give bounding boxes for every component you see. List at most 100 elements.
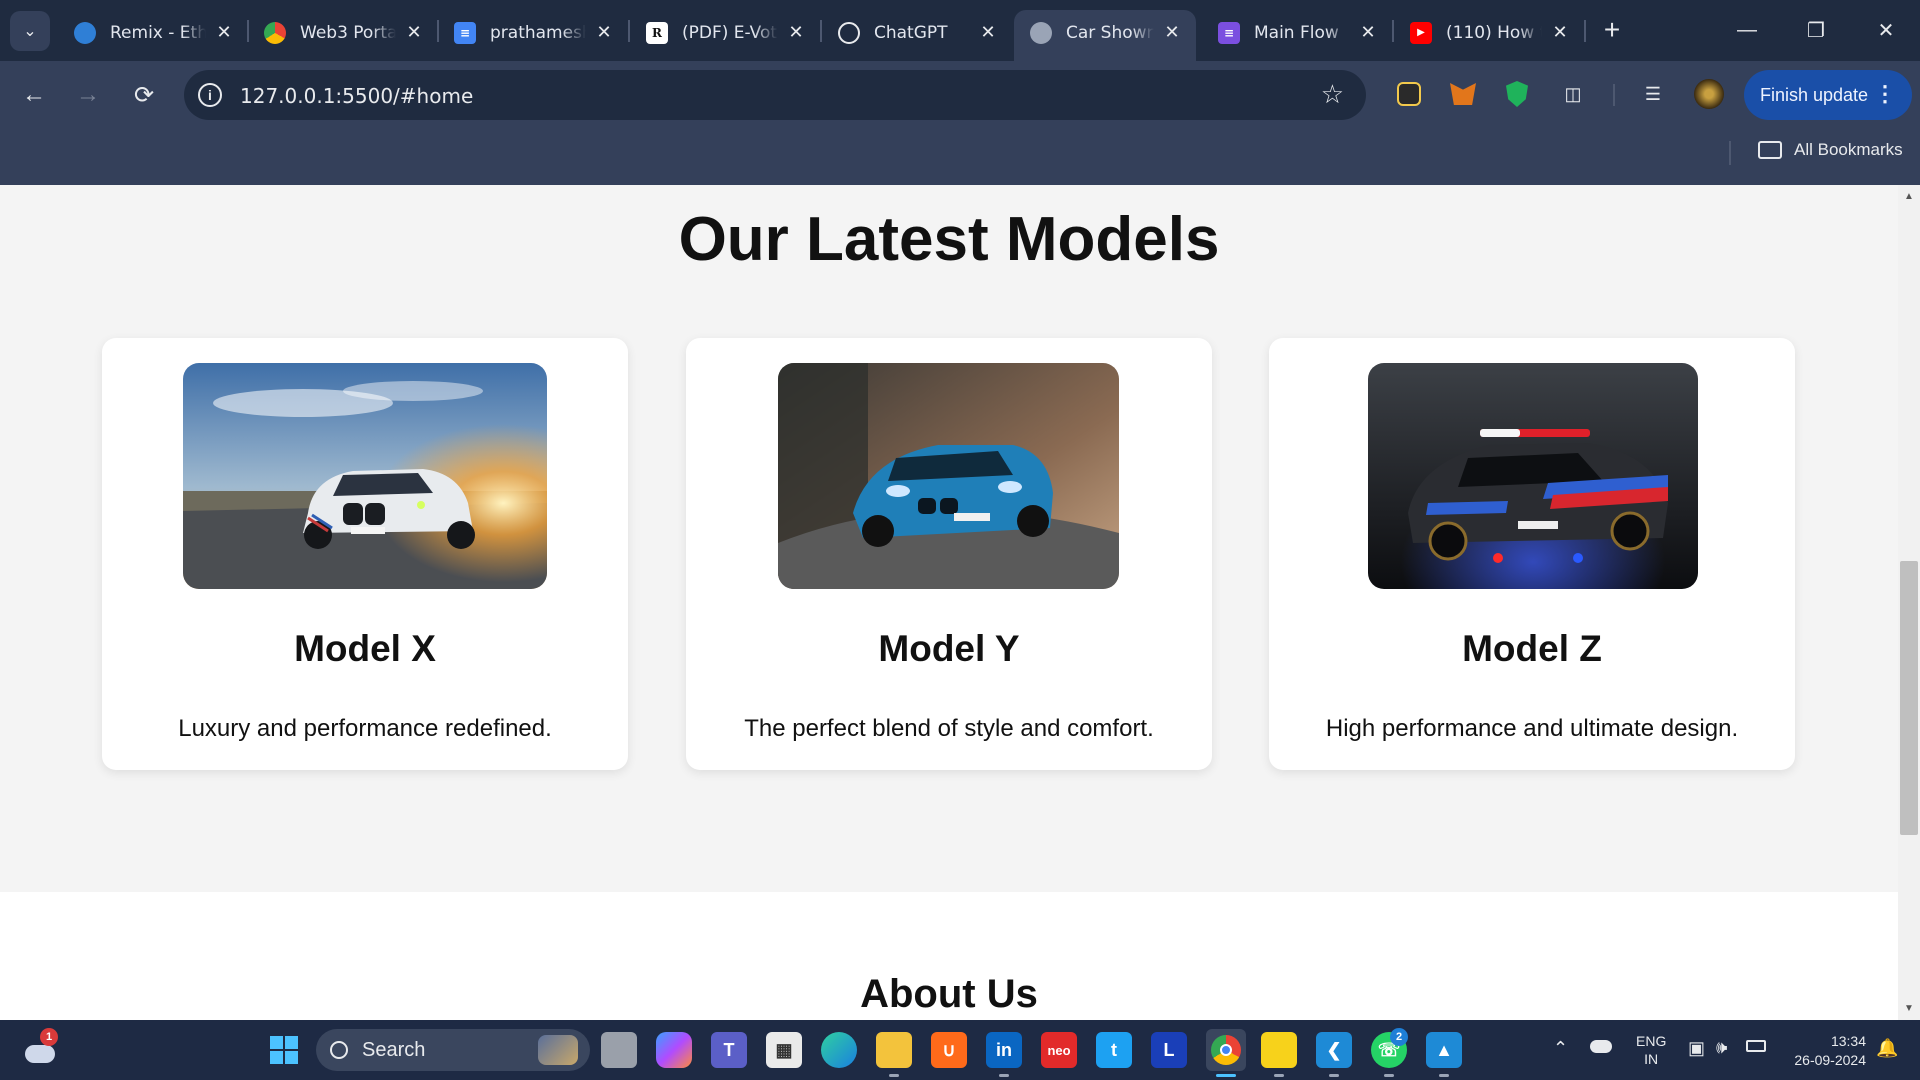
minimize-button[interactable]: —: [1722, 10, 1772, 50]
reload-button[interactable]: ⟳: [126, 77, 162, 113]
tab-web3-portal[interactable]: Web3 Portal ✕: [248, 10, 438, 61]
copilot-icon[interactable]: [656, 1032, 692, 1068]
edge-icon[interactable]: [821, 1032, 857, 1068]
close-icon: ✕: [1877, 19, 1895, 42]
car-photo: [778, 363, 1119, 589]
browser-toolbar: ← → ⟳ i 127.0.0.1:5500/#home ☆ ◫ ☰ Finis…: [0, 61, 1920, 127]
model-card: Model Y The perfect blend of style and c…: [686, 338, 1212, 770]
arrow-right-icon: →: [76, 81, 100, 108]
onedrive-cloud-icon[interactable]: [1590, 1040, 1612, 1053]
app-l-icon[interactable]: L: [1151, 1032, 1187, 1068]
model-card: Model Z High performance and ultimate de…: [1269, 338, 1795, 770]
sticky-notes-icon[interactable]: [1261, 1032, 1297, 1068]
teams-icon[interactable]: T: [711, 1032, 747, 1068]
file-explorer-icon[interactable]: [876, 1032, 912, 1068]
model-description: Luxury and performance redefined.: [178, 715, 552, 742]
windows-taskbar: 1 Search T ▦ ∪ in neo t L ❮ ☏ 2 ▲ ⌃ ENG …: [0, 1020, 1920, 1080]
page-viewport: Our Latest Models Model X Luxury and per…: [0, 185, 1898, 1020]
vscode-icon[interactable]: ❮: [1316, 1032, 1352, 1068]
notification-bell-icon[interactable]: 🔔: [1876, 1038, 1898, 1059]
extensions-puzzle-icon[interactable]: ◫: [1558, 79, 1588, 109]
running-indicator: [1384, 1074, 1394, 1077]
bookmark-star-icon[interactable]: ☆: [1321, 79, 1344, 110]
tab-google-doc[interactable]: ≡ prathamesh ✕: [438, 10, 628, 61]
running-indicator: [1439, 1074, 1449, 1077]
language-indicator[interactable]: ENG IN: [1636, 1032, 1666, 1068]
page-scrollbar[interactable]: ▲ ▼: [1898, 185, 1920, 1020]
weather-badge: 1: [40, 1028, 58, 1046]
extension-cat-icon[interactable]: [1394, 79, 1424, 109]
tab-youtube[interactable]: ▶ (110) How to ✕: [1394, 10, 1584, 61]
about-heading: About Us: [860, 972, 1038, 1016]
minimize-icon: —: [1737, 18, 1757, 41]
profile-avatar[interactable]: [1694, 79, 1724, 109]
close-icon[interactable]: ✕: [1550, 22, 1570, 43]
reading-list-icon[interactable]: ☰: [1638, 79, 1668, 109]
close-icon[interactable]: ✕: [786, 22, 806, 43]
linkedin-icon[interactable]: in: [986, 1032, 1022, 1068]
model-y-image: [778, 363, 1119, 589]
main-flow-icon: ≡: [1218, 21, 1240, 44]
neo-icon[interactable]: neo: [1041, 1032, 1077, 1068]
clock[interactable]: 13:34 26-09-2024: [1782, 1032, 1866, 1070]
close-icon[interactable]: ✕: [1358, 22, 1378, 43]
close-icon[interactable]: ✕: [594, 22, 614, 43]
all-bookmarks-button[interactable]: All Bookmarks: [1758, 140, 1903, 160]
models-heading: Our Latest Models: [678, 205, 1220, 274]
chevron-up-icon[interactable]: ⌃: [1553, 1038, 1568, 1059]
taskbar-search[interactable]: Search: [316, 1029, 590, 1071]
volume-icon[interactable]: 🕪: [1716, 1037, 1727, 1058]
model-description: High performance and ultimate design.: [1325, 715, 1739, 742]
close-icon[interactable]: ✕: [404, 22, 424, 43]
chrome-icon[interactable]: [1206, 1029, 1246, 1071]
model-name: Model Y: [878, 628, 1020, 669]
tab-chatgpt[interactable]: ChatGPT ✕: [822, 10, 1012, 61]
photos-icon[interactable]: ▲: [1426, 1032, 1462, 1068]
close-icon[interactable]: ✕: [214, 22, 234, 43]
tab-car-showroom[interactable]: Car Showroom ✕: [1014, 10, 1196, 61]
finish-update-button[interactable]: Finish update ⋮: [1744, 70, 1912, 120]
address-bar[interactable]: i 127.0.0.1:5500/#home ☆: [184, 70, 1366, 120]
microsoft-store-icon[interactable]: ▦: [766, 1032, 802, 1068]
google-cloud-icon: [264, 21, 286, 44]
more-vert-icon: ⋮: [1874, 81, 1896, 106]
twitter-icon[interactable]: t: [1096, 1032, 1132, 1068]
start-button[interactable]: [266, 1032, 302, 1068]
running-indicator: [889, 1074, 899, 1077]
close-window-button[interactable]: ✕: [1861, 10, 1911, 50]
scrollbar-thumb[interactable]: [1900, 561, 1918, 835]
shield-icon[interactable]: [1502, 79, 1532, 109]
plus-icon: +: [1603, 14, 1621, 45]
remix-icon: [74, 21, 96, 44]
address-url[interactable]: 127.0.0.1:5500/#home: [240, 84, 473, 108]
battery-icon[interactable]: [1746, 1040, 1766, 1052]
folder-icon: [1758, 141, 1782, 159]
new-tab-button[interactable]: +: [1596, 14, 1628, 46]
model-z-image: [1368, 363, 1698, 589]
scroll-up-arrow-icon[interactable]: ▲: [1898, 191, 1920, 202]
forward-button[interactable]: →: [70, 77, 106, 113]
tab-main-flow[interactable]: ≡ Main Flow ✕: [1202, 10, 1392, 61]
network-icon[interactable]: ▣: [1688, 1038, 1705, 1059]
running-indicator: [1274, 1074, 1284, 1077]
site-info-icon[interactable]: i: [198, 83, 222, 107]
about-section: About Us: [0, 892, 1898, 1020]
tab-pdf-evoting[interactable]: R (PDF) E-Voting ✕: [630, 10, 820, 61]
tab-remix[interactable]: Remix - Ethereum IDE ✕: [58, 10, 248, 61]
chevron-down-icon: ⌄: [23, 23, 37, 40]
restore-button[interactable]: ❐: [1791, 10, 1841, 50]
close-icon[interactable]: ✕: [978, 22, 998, 43]
back-button[interactable]: ←: [16, 77, 52, 113]
app-orange-icon[interactable]: ∪: [931, 1032, 967, 1068]
tab-search-button[interactable]: ⌄: [10, 11, 50, 51]
task-view-icon[interactable]: [601, 1032, 637, 1068]
search-highlight-icon: [538, 1035, 578, 1065]
scroll-down-arrow-icon[interactable]: ▼: [1898, 1003, 1920, 1014]
close-icon[interactable]: ✕: [1162, 22, 1182, 43]
tab-separator: [1584, 20, 1586, 42]
car-photo: [1368, 363, 1698, 589]
metamask-fox-icon[interactable]: [1448, 79, 1478, 109]
restore-icon: ❐: [1807, 19, 1825, 42]
search-icon: [330, 1041, 348, 1059]
model-x-image: [183, 363, 547, 589]
